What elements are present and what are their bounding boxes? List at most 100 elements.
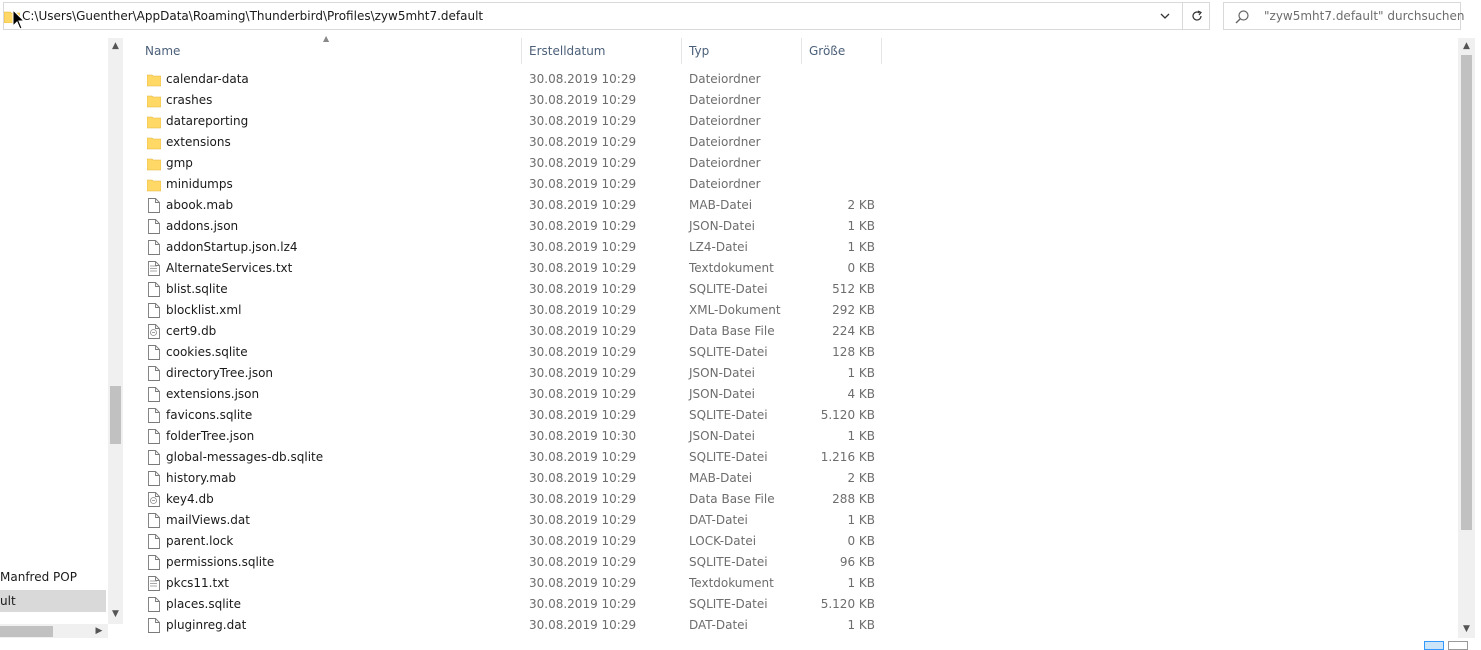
- file-row[interactable]: permissions.sqlite 30.08.2019 10:29 SQLITE…: [138, 552, 883, 573]
- file-row[interactable]: favicons.sqlite 30.08.2019 10:29 SQLITE-Da…: [138, 405, 883, 426]
- file-row[interactable]: AlternateServices.txt 30.08.2019 10:29 Tex…: [138, 258, 883, 279]
- file-date: 30.08.2019 10:29: [529, 282, 637, 296]
- file-size: 292 KB: [832, 303, 875, 317]
- file-type: Textdokument: [689, 576, 774, 590]
- file-size: 96 KB: [839, 555, 875, 569]
- file-row[interactable]: gmp 30.08.2019 10:29 Dateiordner: [138, 153, 883, 174]
- file-type: SQLITE-Datei: [689, 555, 768, 569]
- column-header-name[interactable]: Name: [138, 38, 522, 64]
- file-row[interactable]: calendar-data 30.08.2019 10:29 Dateiordner: [138, 69, 883, 90]
- scroll-down-arrow-icon[interactable]: ▼: [1458, 621, 1475, 638]
- file-name: permissions.sqlite: [166, 555, 275, 569]
- file-size: 1 KB: [847, 240, 875, 254]
- scroll-up-arrow-icon[interactable]: ▲: [108, 38, 123, 55]
- file-type: DAT-Datei: [689, 513, 748, 527]
- scroll-down-arrow-icon[interactable]: ▼: [108, 606, 123, 623]
- file-icon: [147, 387, 161, 402]
- search-input[interactable]: "zyw5mht7.default" durchsuchen: [1223, 2, 1465, 30]
- file-type: Dateiordner: [689, 156, 761, 170]
- file-row[interactable]: places.sqlite 30.08.2019 10:29 SQLITE-Date…: [138, 594, 883, 615]
- file-name: datareporting: [166, 114, 249, 128]
- nav-hscroll-thumb[interactable]: [0, 626, 53, 637]
- file-name: favicons.sqlite: [166, 408, 253, 422]
- file-row[interactable]: pkcs11.txt 30.08.2019 10:29 Textdokument 1 …: [138, 573, 883, 594]
- file-row[interactable]: parent.lock 30.08.2019 10:29 LOCK-Datei 0 K…: [138, 531, 883, 552]
- file-name: pluginreg.dat: [166, 618, 247, 632]
- navigation-pane: Manfred POP ult ▲ ▼ ▶: [0, 38, 123, 642]
- file-date: 30.08.2019 10:29: [529, 450, 637, 464]
- file-date: 30.08.2019 10:29: [529, 135, 637, 149]
- file-row[interactable]: extensions.json 30.08.2019 10:29 JSON-Date…: [138, 384, 883, 405]
- file-row[interactable]: crashes 30.08.2019 10:29 Dateiordner: [138, 90, 883, 111]
- file-row[interactable]: global-messages-db.sqlite 30.08.2019 10:2…: [138, 447, 883, 468]
- file-name: addons.json: [166, 219, 239, 233]
- file-icon: [147, 282, 161, 297]
- file-row[interactable]: cert9.db 30.08.2019 10:29 Data Base File 22…: [138, 321, 883, 342]
- file-row[interactable]: history.mab 30.08.2019 10:29 MAB-Datei 2 KB: [138, 468, 883, 489]
- folder-icon: [146, 156, 162, 171]
- file-name: directoryTree.json: [166, 366, 274, 380]
- column-header-size[interactable]: Größe: [802, 38, 882, 64]
- nav-horizontal-scrollbar[interactable]: ▶: [0, 624, 108, 638]
- file-name: global-messages-db.sqlite: [166, 450, 324, 464]
- column-header-row: ▲ Name Erstelldatum Typ Größe: [138, 34, 883, 64]
- file-type: Dateiordner: [689, 135, 761, 149]
- chevron-down-icon[interactable]: [1150, 3, 1180, 29]
- file-row[interactable]: minidumps 30.08.2019 10:29 Dateiordner: [138, 174, 883, 195]
- nav-scroll-thumb[interactable]: [110, 386, 121, 444]
- file-row[interactable]: directoryTree.json 30.08.2019 10:29 JSON-D…: [138, 363, 883, 384]
- details-view-icon[interactable]: [1424, 641, 1444, 650]
- folder-icon: [146, 72, 162, 87]
- refresh-icon[interactable]: [1182, 3, 1211, 29]
- address-path[interactable]: C:\Users\Guenther\AppData\Roaming\Thunde…: [22, 9, 483, 23]
- file-icon: [147, 618, 161, 633]
- file-type: JSON-Datei: [689, 429, 755, 443]
- file-type: Dateiordner: [689, 72, 761, 86]
- address-bar[interactable]: C:\Users\Guenther\AppData\Roaming\Thunde…: [3, 2, 1210, 30]
- file-date: 30.08.2019 10:29: [529, 408, 637, 422]
- column-header-date[interactable]: Erstelldatum: [522, 38, 682, 64]
- file-list-scrollbar[interactable]: ▲ ▼: [1458, 38, 1475, 638]
- file-row[interactable]: extensions 30.08.2019 10:29 Dateiordner: [138, 132, 883, 153]
- file-row[interactable]: addonStartup.json.lz4 30.08.2019 10:29 LZ4…: [138, 237, 883, 258]
- file-size: [798, 69, 875, 90]
- file-type: JSON-Datei: [689, 219, 755, 233]
- file-size: [798, 153, 875, 174]
- nav-scrollbar[interactable]: ▲ ▼: [108, 38, 123, 624]
- tiles-view-icon[interactable]: [1448, 641, 1468, 650]
- file-icon: [147, 303, 161, 318]
- file-type: SQLITE-Datei: [689, 282, 768, 296]
- file-row[interactable]: mailViews.dat 30.08.2019 10:29 DAT-Datei 1 …: [138, 510, 883, 531]
- scroll-right-arrow-icon[interactable]: ▶: [92, 624, 106, 638]
- column-header-type[interactable]: Typ: [682, 38, 802, 64]
- file-type: Data Base File: [689, 324, 775, 338]
- file-row[interactable]: addons.json 30.08.2019 10:29 JSON-Datei 1 K…: [138, 216, 883, 237]
- file-name: places.sqlite: [166, 597, 241, 611]
- file-date: 30.08.2019 10:29: [529, 114, 637, 128]
- file-size: 1.216 KB: [820, 450, 875, 464]
- file-type: SQLITE-Datei: [689, 597, 768, 611]
- file-row[interactable]: datareporting 30.08.2019 10:29 Dateiordner: [138, 111, 883, 132]
- file-row[interactable]: key4.db 30.08.2019 10:29 Data Base File 288…: [138, 489, 883, 510]
- file-icon: [147, 408, 161, 423]
- file-row[interactable]: abook.mab 30.08.2019 10:29 MAB-Datei 2 KB: [138, 195, 883, 216]
- scroll-up-arrow-icon[interactable]: ▲: [1458, 38, 1475, 55]
- file-icon: [147, 429, 161, 444]
- file-row[interactable]: pluginreg.dat 30.08.2019 10:29 DAT-Datei 1 …: [138, 615, 883, 636]
- nav-item-manfred-pop[interactable]: Manfred POP: [0, 566, 106, 588]
- file-row[interactable]: blist.sqlite 30.08.2019 10:29 SQLITE-Datei…: [138, 279, 883, 300]
- file-name: history.mab: [166, 471, 237, 485]
- file-list-scroll-thumb[interactable]: [1461, 55, 1472, 530]
- file-icon: [147, 597, 161, 612]
- file-size: 224 KB: [832, 324, 875, 338]
- file-row[interactable]: blocklist.xml 30.08.2019 10:29 XML-Dokumen…: [138, 300, 883, 321]
- file-row[interactable]: folderTree.json 30.08.2019 10:30 JSON-Date…: [138, 426, 883, 447]
- database-file-icon: [147, 492, 161, 507]
- search-placeholder[interactable]: "zyw5mht7.default" durchsuchen: [1264, 9, 1465, 23]
- nav-item-default[interactable]: ult: [0, 590, 106, 612]
- file-row[interactable]: cookies.sqlite 30.08.2019 10:29 SQLITE-Dat…: [138, 342, 883, 363]
- file-size: [798, 111, 875, 132]
- file-size: [798, 174, 875, 195]
- file-date: 30.08.2019 10:29: [529, 240, 637, 254]
- file-type: Textdokument: [689, 261, 774, 275]
